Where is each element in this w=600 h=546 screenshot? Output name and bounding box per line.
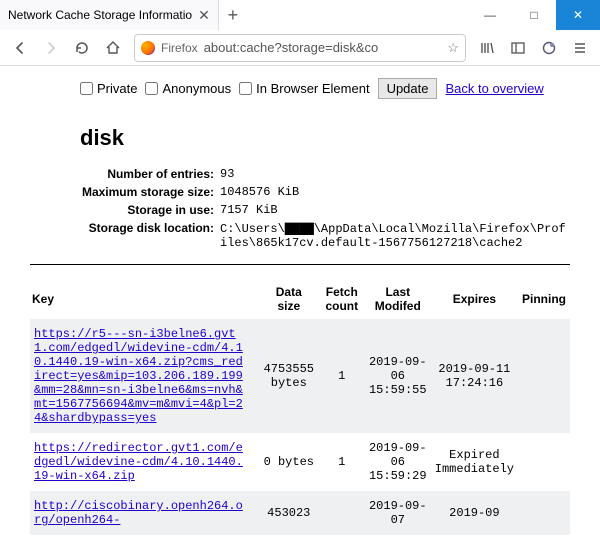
window-close-button[interactable]: ✕ bbox=[556, 0, 600, 30]
page-content: Private Anonymous In Browser Element Upd… bbox=[0, 66, 600, 546]
entry-size: 453023 bbox=[259, 491, 319, 535]
inuse-value: 7157 KiB bbox=[220, 203, 570, 217]
separator bbox=[30, 264, 570, 265]
browser-tab[interactable]: Network Cache Storage Informatio ✕ bbox=[0, 0, 219, 30]
th-modified: Last Modifed bbox=[365, 279, 431, 319]
title-bar: Network Cache Storage Informatio ✕ + — □… bbox=[0, 0, 600, 30]
home-button[interactable] bbox=[99, 34, 127, 62]
menu-button[interactable] bbox=[566, 34, 594, 62]
entry-modified: 2019-09-06 15:59:29 bbox=[365, 433, 431, 491]
entries-value: 93 bbox=[220, 167, 570, 181]
url-text: about:cache?storage=disk&co bbox=[204, 40, 442, 55]
storage-meta: Number of entries: 93 Maximum storage si… bbox=[60, 167, 570, 250]
maxsize-value: 1048576 KiB bbox=[220, 185, 570, 199]
url-bar[interactable]: Firefox about:cache?storage=disk&co ☆ bbox=[134, 34, 466, 62]
update-button[interactable]: Update bbox=[378, 78, 438, 99]
firefox-icon bbox=[141, 41, 155, 55]
back-button[interactable] bbox=[6, 34, 34, 62]
location-value: C:\Users\▇▇▇▇\AppData\Local\Mozilla\Fire… bbox=[220, 221, 570, 250]
reload-button[interactable] bbox=[68, 34, 96, 62]
entry-pinning bbox=[518, 433, 570, 491]
bookmark-star-icon[interactable]: ☆ bbox=[447, 40, 459, 56]
entry-fetch: 1 bbox=[319, 433, 365, 491]
inuse-label: Storage in use: bbox=[60, 203, 220, 217]
new-tab-button[interactable]: + bbox=[219, 0, 247, 30]
table-header-row: Key Data size Fetch count Last Modifed E… bbox=[30, 279, 570, 319]
th-key: Key bbox=[30, 279, 259, 319]
sidebar-button[interactable] bbox=[504, 34, 532, 62]
entries-label: Number of entries: bbox=[60, 167, 220, 181]
entries-table: Key Data size Fetch count Last Modifed E… bbox=[30, 279, 570, 535]
th-pinning: Pinning bbox=[518, 279, 570, 319]
entry-expires: Expired Immediately bbox=[431, 433, 518, 491]
inbrowser-checkbox[interactable]: In Browser Element bbox=[239, 81, 369, 96]
entry-key-link[interactable]: http://ciscobinary.openh264.org/openh264… bbox=[34, 499, 244, 527]
library-button[interactable] bbox=[473, 34, 501, 62]
anonymous-checkbox[interactable]: Anonymous bbox=[145, 81, 231, 96]
th-fetch: Fetch count bbox=[319, 279, 365, 319]
window-minimize-button[interactable]: — bbox=[468, 0, 512, 30]
entry-pinning bbox=[518, 491, 570, 535]
tab-close-icon[interactable]: ✕ bbox=[198, 7, 210, 24]
th-size: Data size bbox=[259, 279, 319, 319]
th-expires: Expires bbox=[431, 279, 518, 319]
table-row: http://ciscobinary.openh264.org/openh264… bbox=[30, 491, 570, 535]
entry-fetch: 1 bbox=[319, 319, 365, 433]
tab-title: Network Cache Storage Informatio bbox=[8, 8, 192, 22]
location-label: Storage disk location: bbox=[60, 221, 220, 250]
page-title: disk bbox=[80, 125, 570, 151]
window-maximize-button[interactable]: □ bbox=[512, 0, 556, 30]
entry-expires: 2019-09-11 17:24:16 bbox=[431, 319, 518, 433]
entry-expires: 2019-09 bbox=[431, 491, 518, 535]
entry-fetch bbox=[319, 491, 365, 535]
forward-button[interactable] bbox=[37, 34, 65, 62]
maxsize-label: Maximum storage size: bbox=[60, 185, 220, 199]
entry-modified: 2019-09-07 bbox=[365, 491, 431, 535]
nav-toolbar: Firefox about:cache?storage=disk&co ☆ bbox=[0, 30, 600, 66]
entry-key-link[interactable]: https://redirector.gvt1.com/edgedl/widev… bbox=[34, 441, 244, 483]
back-to-overview-link[interactable]: Back to overview bbox=[445, 81, 543, 96]
table-row: https://redirector.gvt1.com/edgedl/widev… bbox=[30, 433, 570, 491]
controls-row: Private Anonymous In Browser Element Upd… bbox=[30, 78, 570, 99]
entry-key-link[interactable]: https://r5---sn-i3belne6.gvt1.com/edgedl… bbox=[34, 327, 244, 425]
entry-size: 0 bytes bbox=[259, 433, 319, 491]
private-checkbox[interactable]: Private bbox=[80, 81, 137, 96]
table-row: https://r5---sn-i3belne6.gvt1.com/edgedl… bbox=[30, 319, 570, 433]
extension-icon[interactable] bbox=[535, 34, 563, 62]
entry-size: 4753555 bytes bbox=[259, 319, 319, 433]
identity-label: Firefox bbox=[161, 41, 198, 55]
entry-modified: 2019-09-06 15:59:55 bbox=[365, 319, 431, 433]
entry-pinning bbox=[518, 319, 570, 433]
